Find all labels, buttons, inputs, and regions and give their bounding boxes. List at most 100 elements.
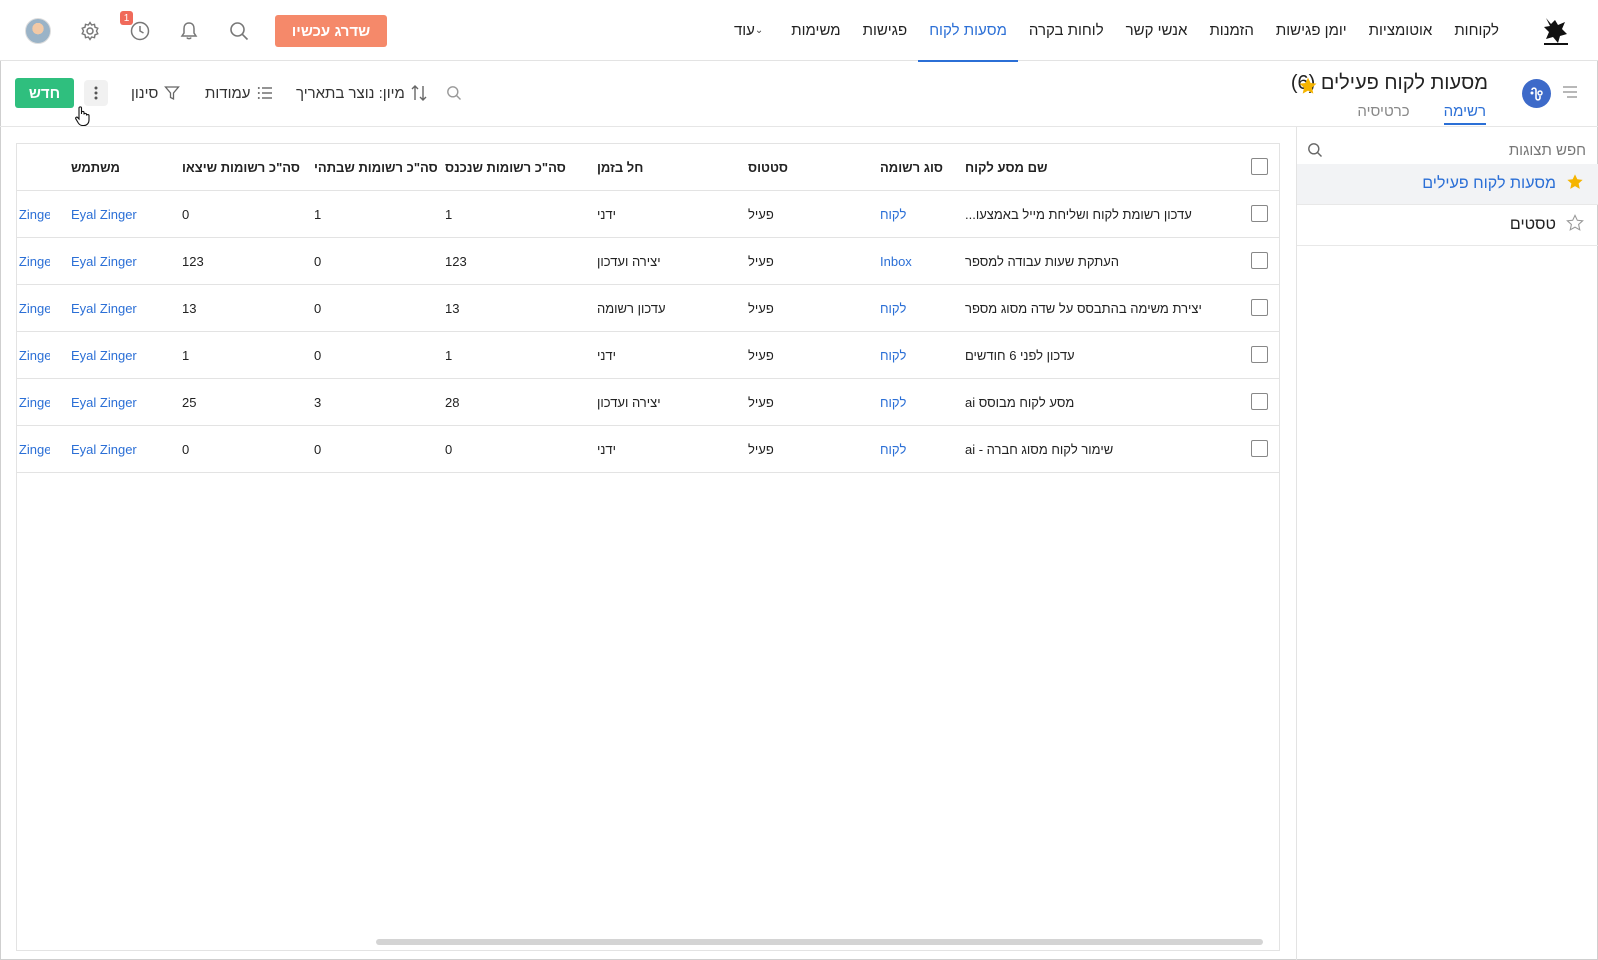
saved-view-item[interactable]: טסטים bbox=[1297, 205, 1598, 246]
nav-more-menu[interactable]: עוד ⌄ bbox=[723, 0, 780, 61]
cell-user[interactable]: Eyal Zinger bbox=[71, 379, 181, 425]
nav-item-3[interactable]: יומן פגישות bbox=[1265, 0, 1358, 61]
table-search-icon[interactable] bbox=[446, 85, 462, 104]
upgrade-now-button[interactable]: שדרג עכשיו bbox=[275, 15, 387, 47]
cell-status: פעיל bbox=[748, 206, 774, 222]
cell-name[interactable]: העתקת שעות עבודה למספר bbox=[965, 238, 1205, 284]
nav-item-1[interactable]: לקוחות bbox=[1443, 0, 1510, 61]
cell-created-by[interactable]: Eyal Zinger bbox=[17, 285, 50, 331]
cell-entered: 1 bbox=[445, 206, 453, 222]
cell-record-type[interactable]: לקוח bbox=[880, 285, 970, 331]
cell-waiting: 3 bbox=[314, 394, 322, 410]
row-checkbox[interactable] bbox=[1251, 440, 1268, 457]
cell-name[interactable]: יצירת משימה בהתבסס על שדה מסוג מספר bbox=[965, 285, 1205, 331]
gear-icon[interactable] bbox=[78, 19, 102, 43]
star-icon[interactable] bbox=[1298, 76, 1318, 99]
cell-record-type[interactable]: לקוח bbox=[880, 426, 970, 472]
table-row[interactable]: מסע לקוח מבוסס ai לקוח פעיל יצירה ועדכון 28 3… bbox=[17, 379, 1279, 426]
cell-exited: 0 bbox=[182, 441, 190, 457]
column-header[interactable]: חל בזמן bbox=[597, 144, 707, 190]
column-header[interactable]: נוצר bbox=[17, 144, 50, 190]
list-icon bbox=[257, 87, 272, 99]
cell-trigger: ידני bbox=[597, 206, 617, 222]
star-icon[interactable] bbox=[1566, 173, 1584, 196]
column-header[interactable]: סוג רשומה bbox=[880, 144, 970, 190]
cell-name[interactable]: עדכון לפני 6 חודשים bbox=[965, 332, 1205, 378]
search-icon[interactable] bbox=[227, 19, 251, 43]
row-checkbox[interactable] bbox=[1251, 393, 1268, 410]
cell-status: פעיל bbox=[748, 394, 774, 410]
cell-user[interactable]: Eyal Zinger bbox=[71, 285, 181, 331]
column-header[interactable]: שם מסע לקוח bbox=[965, 144, 1205, 190]
column-header[interactable]: סה"כ רשומות שיצאו bbox=[182, 144, 312, 190]
views-search-input[interactable] bbox=[1297, 135, 1598, 165]
cell-waiting: 0 bbox=[314, 347, 322, 363]
cell-user[interactable]: Eyal Zinger bbox=[71, 191, 181, 237]
horizontal-scrollbar[interactable] bbox=[376, 939, 1263, 945]
table-row[interactable]: עדכון לפני 6 חודשים לקוח פעיל ידני 1 0 1 Eyal Z… bbox=[17, 332, 1279, 379]
cell-record-type[interactable]: לקוח bbox=[880, 332, 970, 378]
nav-item-4[interactable]: הזמנות bbox=[1198, 0, 1264, 61]
cell-record-type[interactable]: Inbox bbox=[880, 238, 970, 284]
more-options-kebab-icon[interactable] bbox=[84, 80, 108, 106]
cell-created-by[interactable]: Eyal Zinger bbox=[17, 426, 50, 472]
table-row[interactable]: שימור לקוח מסוג חברה - ai לקוח פעיל ידני 0 0 0… bbox=[17, 426, 1279, 473]
column-header[interactable]: סטטוס bbox=[748, 144, 838, 190]
row-checkbox[interactable] bbox=[1251, 299, 1268, 316]
user-avatar[interactable] bbox=[25, 18, 51, 44]
nav-item-9[interactable]: משימות bbox=[780, 0, 851, 61]
cell-status: פעיל bbox=[748, 347, 774, 363]
nav-item-5[interactable]: אנשי קשר bbox=[1115, 0, 1199, 61]
table-header-row: שם מסע לקוח סוג רשומה סטטוס חל בזמן סה"כ רשו… bbox=[17, 144, 1279, 191]
select-all-checkbox[interactable] bbox=[1251, 158, 1268, 175]
cell-user[interactable]: Eyal Zinger bbox=[71, 238, 181, 284]
journeys-table: שם מסע לקוח סוג רשומה סטטוס חל בזמן סה"כ רשו… bbox=[16, 143, 1280, 951]
view-tabs: רשימה כרטיסיה bbox=[1357, 103, 1486, 125]
nav-item-6[interactable]: לוחות בקרה bbox=[1018, 0, 1115, 61]
cell-status: פעיל bbox=[748, 253, 774, 269]
nav-item-8[interactable]: פגישות bbox=[852, 0, 919, 61]
view-tab-2[interactable]: כרטיסיה bbox=[1357, 103, 1409, 125]
cell-created-by[interactable]: Eyal Zinger bbox=[17, 332, 50, 378]
page-title: מסעות לקוח פעילים (6) bbox=[1290, 72, 1488, 94]
cell-created-by[interactable]: Eyal Zinger bbox=[17, 379, 50, 425]
cell-record-type[interactable]: לקוח bbox=[880, 379, 970, 425]
cell-name[interactable]: מסע לקוח מבוסס ai bbox=[965, 379, 1205, 425]
sort-button[interactable]: מיון: נוצר בתאריך bbox=[296, 80, 427, 106]
cell-waiting: 1 bbox=[314, 206, 322, 222]
sort-label: מיון: נוצר בתאריך bbox=[296, 84, 405, 102]
new-button[interactable]: חדש bbox=[15, 78, 74, 108]
table-row[interactable]: העתקת שעות עבודה למספר Inbox פעיל יצירה ועד… bbox=[17, 238, 1279, 285]
bell-icon[interactable] bbox=[177, 19, 201, 43]
columns-button[interactable]: עמודות bbox=[205, 80, 273, 106]
row-checkbox[interactable] bbox=[1251, 205, 1268, 222]
column-header[interactable]: משתמש bbox=[71, 144, 181, 190]
view-tab-1[interactable]: רשימה bbox=[1443, 103, 1486, 125]
cell-waiting: 0 bbox=[314, 253, 322, 269]
table-row[interactable]: עדכון רשומת לקוח ושליחת מייל באמצעו... לק… bbox=[17, 191, 1279, 238]
nav-more-label: עוד bbox=[733, 22, 755, 39]
cell-status: פעיל bbox=[748, 441, 774, 457]
nav-item-7[interactable]: מסעות לקוח bbox=[918, 0, 1018, 62]
top-navigation-bar: לקוחות אוטומציות יומן פגישות הזמנות אנשי קשר… bbox=[0, 0, 1598, 62]
table-row[interactable]: יצירת משימה בהתבסס על שדה מסוג מספר לקוח פ… bbox=[17, 285, 1279, 332]
cell-record-type[interactable]: לקוח bbox=[880, 191, 970, 237]
cell-trigger: עדכון רשומה bbox=[597, 300, 666, 316]
cell-created-by[interactable]: Eyal Zinger bbox=[17, 191, 50, 237]
brand-logo[interactable] bbox=[1540, 14, 1572, 48]
saved-view-item[interactable]: מסעות לקוח פעילים bbox=[1297, 164, 1598, 205]
cell-created-by[interactable]: Eyal Zinger bbox=[17, 238, 50, 284]
cell-name[interactable]: עדכון רשומת לקוח ושליחת מייל באמצעו... bbox=[965, 191, 1205, 237]
nav-item-2[interactable]: אוטומציות bbox=[1358, 0, 1444, 61]
row-checkbox[interactable] bbox=[1251, 346, 1268, 363]
row-checkbox[interactable] bbox=[1251, 252, 1268, 269]
filter-button[interactable]: סינון bbox=[131, 80, 181, 106]
cell-name[interactable]: שימור לקוח מסוג חברה - ai bbox=[965, 426, 1205, 472]
menu-icon[interactable] bbox=[1562, 85, 1578, 102]
column-header[interactable]: סה"כ רשומות שבתהי bbox=[314, 144, 444, 190]
journey-link-icon bbox=[1522, 79, 1551, 108]
column-header[interactable]: סה"כ רשומות שנכנס bbox=[445, 144, 575, 190]
cell-user[interactable]: Eyal Zinger bbox=[71, 426, 181, 472]
cell-user[interactable]: Eyal Zinger bbox=[71, 332, 181, 378]
star-icon[interactable] bbox=[1566, 213, 1584, 237]
